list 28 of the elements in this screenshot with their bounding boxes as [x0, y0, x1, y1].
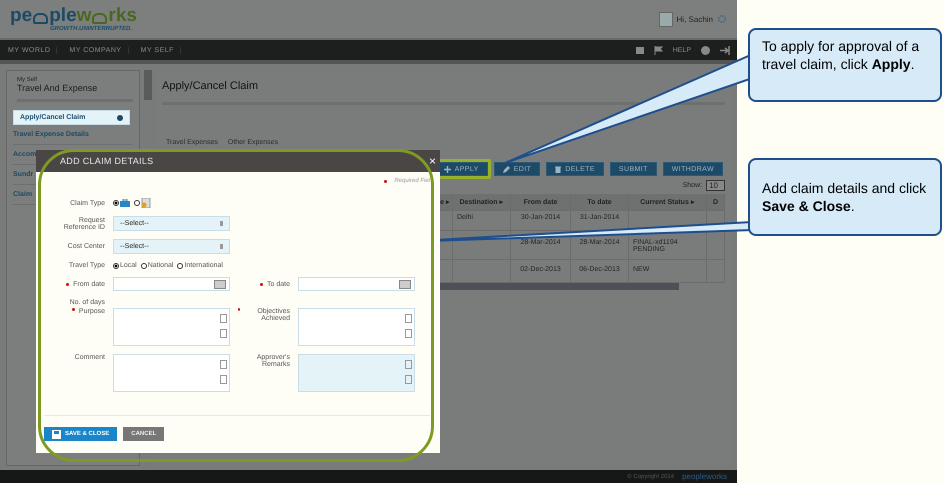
plus-icon	[444, 166, 451, 172]
radio-button[interactable]	[140, 262, 147, 268]
date-field[interactable]	[113, 277, 230, 291]
radio-button[interactable]	[177, 262, 184, 268]
callout: Add claim details and click Save & Close.	[748, 158, 942, 236]
radio-button[interactable]	[113, 262, 119, 268]
page-size-select[interactable]: 10	[706, 180, 725, 191]
collapse-handle[interactable]	[144, 70, 152, 100]
sidebar-title: Travel And Expense	[17, 83, 133, 102]
document-icon	[141, 198, 151, 208]
flag-icon[interactable]	[654, 46, 663, 54]
trash-icon	[555, 166, 562, 172]
exit-icon[interactable]	[720, 46, 731, 54]
close-button[interactable]: ×	[428, 154, 436, 168]
footer-logo: peopleworks	[682, 472, 727, 481]
dialog-title: ADD CLAIM DETAILS	[60, 156, 154, 166]
calendar-icon[interactable]	[214, 280, 226, 288]
logo: pe plew rks	[10, 6, 137, 26]
required-icon	[384, 180, 388, 182]
date-field[interactable]	[298, 277, 415, 291]
suitcase-icon	[120, 199, 130, 207]
radio-button[interactable]	[134, 200, 140, 206]
user-greeting[interactable]: Hi, Sachin	[676, 14, 713, 24]
save-icon	[52, 430, 61, 438]
calendar-icon[interactable]	[399, 280, 411, 288]
radio-button[interactable]	[113, 200, 119, 206]
avatar-icon[interactable]	[658, 12, 673, 26]
callout: To apply for approval of a travel claim, click Apply.	[748, 28, 942, 102]
